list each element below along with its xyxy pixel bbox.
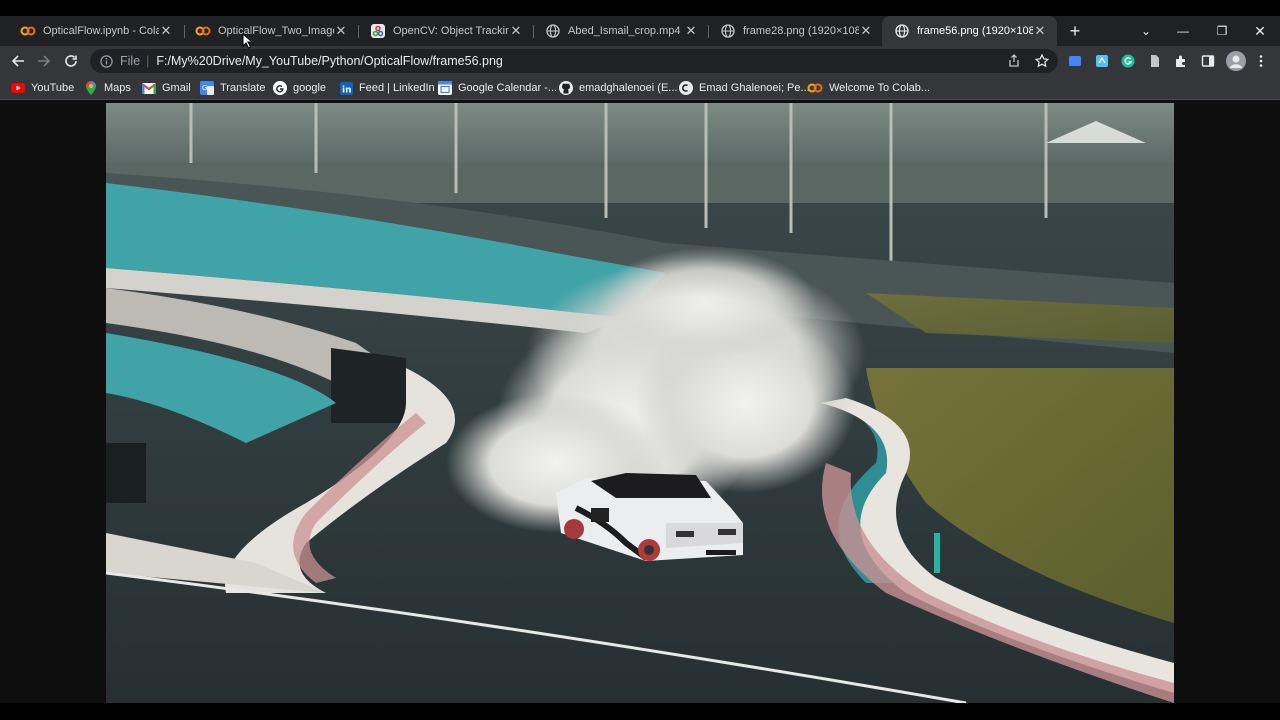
bookmark-label: google — [293, 82, 327, 94]
svg-text:in: in — [342, 85, 352, 95]
close-icon[interactable]: ✕ — [509, 23, 523, 39]
bookmark-gmail[interactable]: Gmail — [142, 80, 191, 96]
avatar[interactable] — [1226, 51, 1246, 71]
bookmark-profile[interactable]: Emad Ghalenoei; Pe... — [679, 80, 810, 96]
scheme-label: File — [120, 54, 141, 68]
youtube-icon — [11, 81, 25, 95]
globe-icon — [894, 23, 910, 39]
back-button[interactable] — [8, 51, 28, 71]
colab-icon — [807, 81, 823, 95]
tab-title: frame28.png (1920×1080) — [743, 25, 859, 37]
bookmark-label: Google Calendar -... — [458, 82, 558, 94]
new-tab-button[interactable]: + — [1064, 16, 1086, 46]
bookmark-github[interactable]: emadghalenoei (E... — [559, 80, 677, 96]
displayed-image[interactable] — [106, 103, 1174, 703]
bookmark-label: Welcome To Colab... — [829, 82, 931, 94]
gmail-icon — [142, 81, 156, 95]
bookmark-label: emadghalenoei (E... — [579, 82, 678, 94]
tab-abed-ismail-video[interactable]: Abed_Ismail_crop.mp4 ✕ — [533, 16, 708, 46]
maps-pin-icon — [84, 81, 98, 95]
colab-icon — [20, 23, 36, 39]
reload-button[interactable] — [61, 51, 81, 71]
window-close-button[interactable]: ✕ — [1241, 16, 1279, 46]
tab-title: Abed_Ismail_crop.mp4 — [568, 25, 681, 37]
tab-opencv-object-tracking[interactable]: OpenCV: Object Tracking ✕ — [358, 16, 533, 46]
bookmark-google[interactable]: google — [273, 80, 326, 96]
bookmarks-bar: YouTube Maps Gmail G Translate google in… — [0, 76, 1280, 100]
puzzle-icon[interactable] — [1173, 53, 1189, 69]
bookmark-welcome-colab[interactable]: Welcome To Colab... — [807, 80, 930, 96]
globe-icon — [545, 23, 561, 39]
address-bar[interactable]: File | F:/My%20Drive/My_YouTube/Python/O… — [90, 49, 1058, 73]
close-icon[interactable]: ✕ — [859, 23, 873, 39]
arrow-left-icon — [11, 55, 24, 67]
bookmark-label: Translate — [220, 82, 266, 94]
reload-icon — [65, 55, 77, 67]
kebab-menu-icon[interactable] — [1253, 53, 1269, 69]
colab-icon — [195, 23, 211, 39]
bookmark-label: Feed | LinkedIn — [359, 82, 435, 94]
bookmark-youtube[interactable]: YouTube — [11, 80, 74, 96]
bookmark-google-calendar[interactable]: Google Calendar -... — [438, 80, 557, 96]
tab-title: OpticalFlow.ipynb - Colabo — [43, 25, 159, 37]
tab-frame28[interactable]: frame28.png (1920×1080) ✕ — [708, 16, 883, 46]
arrow-right-icon — [38, 55, 51, 67]
google-icon — [273, 81, 287, 95]
share-icon[interactable] — [1006, 53, 1022, 69]
page-viewport — [0, 101, 1280, 703]
linkedin-icon: in — [339, 81, 353, 95]
tab-title: frame56.png (1920×1080) — [917, 25, 1033, 37]
title-bar-strip — [0, 0, 1280, 16]
navigation-toolbar: File | F:/My%20Drive/My_YouTube/Python/O… — [0, 46, 1280, 76]
extension-document-icon[interactable] — [1147, 53, 1163, 69]
profile-icon — [679, 81, 693, 95]
close-icon[interactable]: ✕ — [334, 23, 348, 39]
github-icon — [559, 81, 573, 95]
bookmark-label: Gmail — [162, 82, 191, 94]
bookmark-label: Maps — [104, 82, 131, 94]
bookmark-linkedin[interactable]: in Feed | LinkedIn — [339, 80, 435, 96]
globe-icon — [720, 23, 736, 39]
bookmark-translate[interactable]: G Translate — [200, 80, 265, 96]
bookmark-label: Emad Ghalenoei; Pe... — [699, 82, 810, 94]
close-icon[interactable]: ✕ — [684, 23, 698, 39]
translate-icon: G — [200, 81, 214, 95]
star-icon[interactable] — [1034, 53, 1050, 69]
calendar-icon — [438, 81, 452, 95]
svg-text:G: G — [202, 84, 207, 92]
tab-opticalflow-notebook[interactable]: OpticalFlow.ipynb - Colabo ✕ — [8, 16, 183, 46]
mouse-cursor-icon — [242, 33, 254, 49]
tab-opticalflow-two-images[interactable]: OpticalFlow_Two_Images.ip ✕ — [183, 16, 358, 46]
tab-title: OpticalFlow_Two_Images.ip — [218, 25, 334, 37]
tab-search-button[interactable]: ⌄ — [1127, 16, 1165, 46]
extension-blue-icon[interactable] — [1067, 53, 1083, 69]
bottom-letterbox — [0, 703, 1280, 720]
restore-button[interactable]: ❐ — [1203, 16, 1241, 46]
opencv-icon — [370, 23, 386, 39]
extension-translate-icon[interactable] — [1094, 53, 1110, 69]
close-icon[interactable]: ✕ — [159, 23, 173, 39]
side-panel-icon[interactable] — [1200, 53, 1216, 69]
tab-title: OpenCV: Object Tracking — [393, 25, 509, 37]
info-icon[interactable] — [98, 53, 114, 69]
race-track-drift-photo — [106, 103, 1174, 703]
address-divider: | — [146, 54, 150, 68]
close-icon[interactable]: ✕ — [1033, 23, 1047, 39]
minimize-button[interactable]: — — [1164, 16, 1202, 46]
bookmark-maps[interactable]: Maps — [84, 80, 131, 96]
url-text[interactable]: F:/My%20Drive/My_YouTube/Python/OpticalF… — [156, 54, 502, 68]
tab-strip: OpticalFlow.ipynb - Colabo ✕ OpticalFlow… — [0, 16, 1280, 46]
bookmark-label: YouTube — [31, 82, 75, 94]
grammarly-icon[interactable] — [1120, 53, 1136, 69]
forward-button[interactable] — [34, 51, 54, 71]
tab-frame56[interactable]: frame56.png (1920×1080) ✕ — [882, 16, 1057, 46]
